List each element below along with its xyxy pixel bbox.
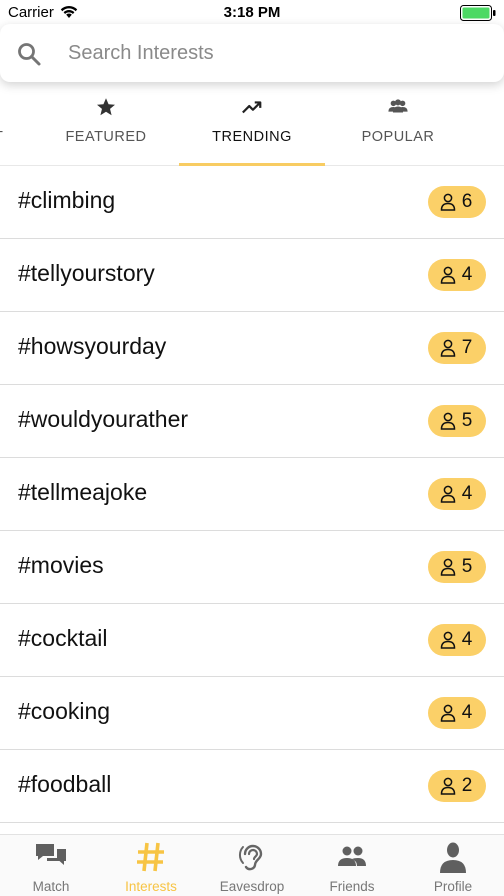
interest-tabs: T FEATURED TRENDING POPULAR	[0, 84, 504, 166]
nav-label: Profile	[433, 879, 473, 894]
member-count: 4	[461, 483, 473, 504]
tab-popular[interactable]: POPULAR	[325, 84, 471, 166]
status-bar: Carrier 3:18 PM	[0, 0, 504, 26]
member-count: 2	[461, 775, 473, 796]
list-item[interactable]: #tellyourstory 4	[0, 239, 504, 312]
member-count: 7	[461, 337, 473, 358]
interest-tag: #tellyourstory	[18, 260, 155, 286]
member-count: 5	[461, 410, 473, 431]
member-count-badge: 4	[428, 478, 486, 510]
interest-tag: #tellmeajoke	[18, 479, 148, 505]
member-count-badge: 4	[428, 624, 486, 656]
member-count-badge: 5	[428, 405, 486, 437]
interest-tag: #wouldyourather	[18, 406, 189, 432]
interest-tag: #howsyourday	[18, 333, 167, 359]
nav-label: Friends	[329, 879, 375, 894]
list-item[interactable]: #climbing 6	[0, 166, 504, 239]
member-count-badge: 4	[428, 259, 486, 291]
list-item[interactable]: #foodball 2	[0, 750, 504, 823]
person-outline-icon	[440, 266, 455, 284]
member-count: 4	[461, 629, 473, 650]
person-icon	[440, 842, 466, 873]
member-count-badge: 4	[428, 697, 486, 729]
list-item[interactable]: #tellmeajoke 4	[0, 458, 504, 531]
tab-partial[interactable]: T	[0, 84, 14, 166]
person-outline-icon	[440, 777, 455, 795]
person-outline-icon	[440, 631, 455, 649]
nav-match[interactable]: Match	[1, 835, 101, 896]
battery-icon	[460, 5, 496, 21]
search-input[interactable]	[68, 38, 468, 68]
people-icon	[338, 846, 366, 866]
person-outline-icon	[440, 558, 455, 576]
interest-tag: #foodball	[18, 771, 112, 797]
interest-tag: #cocktail	[18, 625, 108, 651]
star-icon	[97, 98, 115, 116]
list-item[interactable]: #movies 5	[0, 531, 504, 604]
ear-icon	[239, 844, 263, 871]
tab-label: TRENDING	[212, 129, 292, 145]
hashtag-icon	[137, 842, 164, 872]
interest-tag: #cooking	[18, 698, 111, 724]
list-item[interactable]: #wouldyourather 5	[0, 385, 504, 458]
nav-label: Eavesdrop	[219, 879, 285, 894]
member-count-badge: 5	[428, 551, 486, 583]
member-count-badge: 7	[428, 332, 486, 364]
tab-label: T	[0, 129, 14, 145]
search-bar[interactable]	[0, 24, 504, 82]
list-item[interactable]: #cooking 4	[0, 677, 504, 750]
member-count-badge: 6	[428, 186, 486, 218]
member-count: 6	[461, 191, 473, 212]
member-count: 5	[461, 556, 473, 577]
nav-profile[interactable]: Profile	[403, 835, 503, 896]
group-icon	[388, 99, 408, 113]
nav-eavesdrop[interactable]: Eavesdrop	[202, 835, 302, 896]
member-count: 4	[461, 702, 473, 723]
interest-list: #climbing 6 #tellyourstory 4 #howsyourda…	[0, 166, 504, 823]
nav-friends[interactable]: Friends	[302, 835, 402, 896]
tab-trending[interactable]: TRENDING	[179, 84, 325, 166]
nav-label: Interests	[125, 879, 177, 894]
member-count-badge: 2	[428, 770, 486, 802]
search-icon	[18, 43, 41, 66]
interest-tag: #movies	[18, 552, 104, 578]
tab-featured[interactable]: FEATURED	[33, 84, 179, 166]
person-outline-icon	[440, 485, 455, 503]
nav-label: Match	[32, 879, 70, 894]
person-outline-icon	[440, 339, 455, 357]
chat-bubbles-icon	[36, 844, 66, 865]
list-item[interactable]: #cocktail 4	[0, 604, 504, 677]
member-count: 4	[461, 264, 473, 285]
nav-interests[interactable]: Interests	[101, 835, 201, 896]
trending-up-icon	[242, 101, 262, 114]
clock-label: 3:18 PM	[223, 4, 281, 21]
tab-label: POPULAR	[361, 129, 435, 145]
tab-label: FEATURED	[65, 129, 147, 145]
list-item[interactable]: #howsyourday 7	[0, 312, 504, 385]
interest-tag: #climbing	[18, 187, 116, 213]
bottom-tab-bar: Match Interests Eavesdrop Friends Profil…	[0, 834, 504, 896]
person-outline-icon	[440, 704, 455, 722]
person-outline-icon	[440, 412, 455, 430]
person-outline-icon	[440, 193, 455, 211]
